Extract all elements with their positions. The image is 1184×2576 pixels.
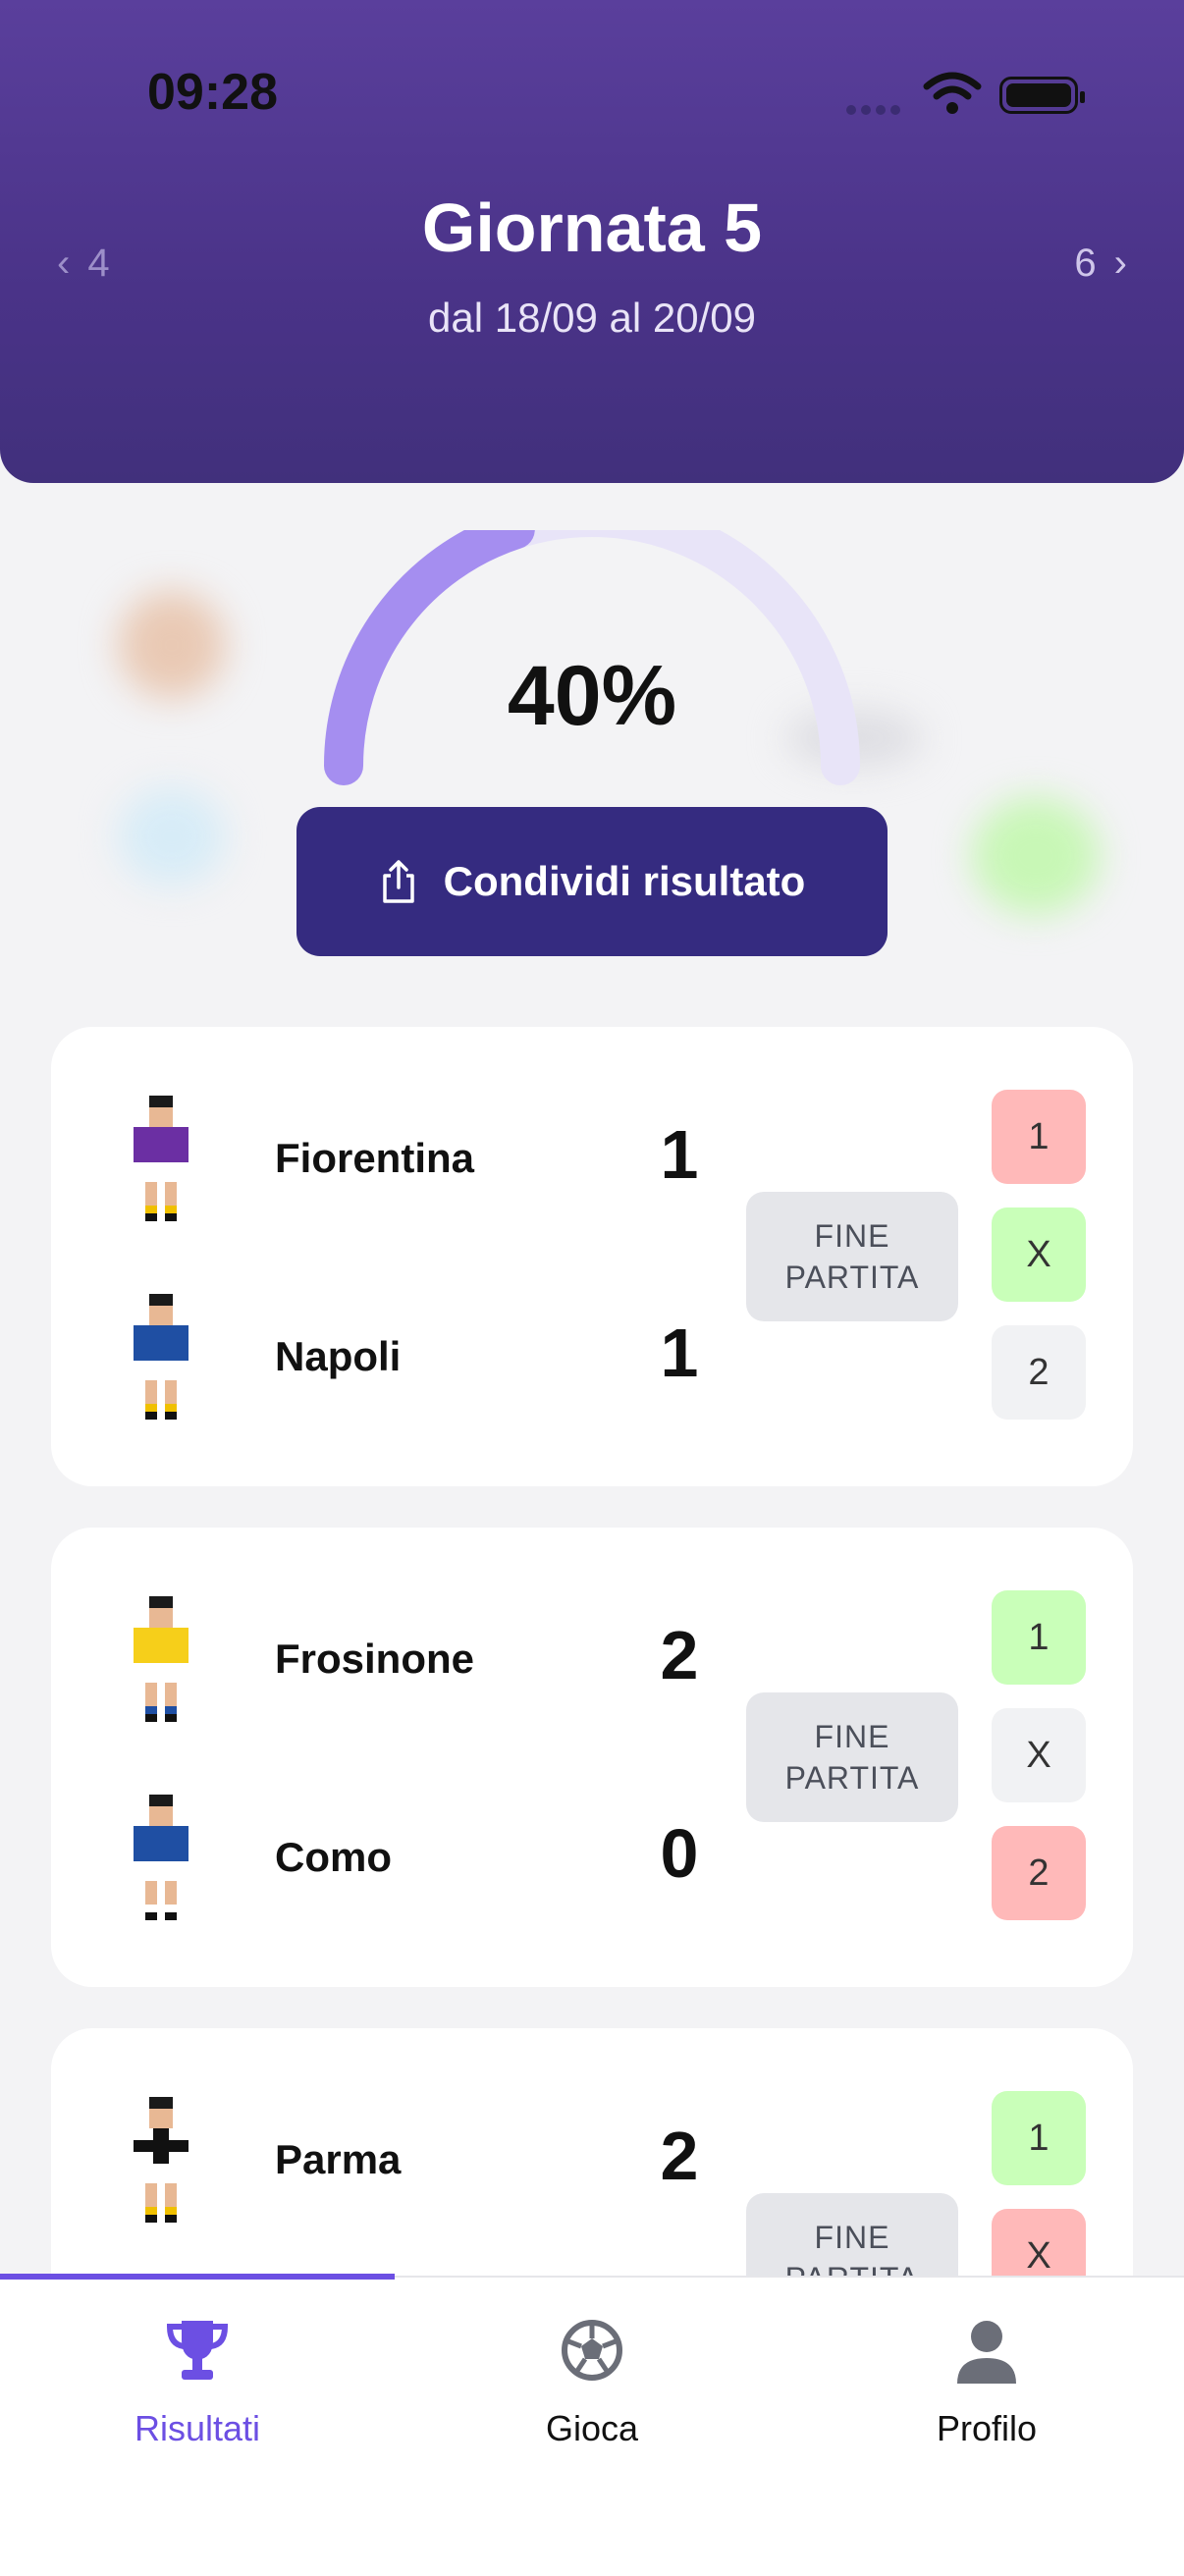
home-team-row: Fiorentina 1 — [51, 1096, 758, 1233]
share-result-button[interactable]: Condividi risultato — [296, 807, 888, 956]
pick-home-win[interactable]: 1 — [992, 1090, 1086, 1184]
match-status-badge: FINE PARTITA — [746, 1192, 958, 1321]
share-result-label: Condividi risultato — [443, 858, 806, 904]
tab-label: Risultati — [134, 2408, 261, 2448]
page-title: Giornata 5 — [421, 189, 763, 266]
next-round-button[interactable]: 6 › — [1074, 242, 1127, 286]
home-team-name: Fiorentina — [275, 1135, 475, 1181]
user-icon — [957, 2321, 1016, 2384]
pick-draw[interactable]: X — [992, 1208, 1086, 1302]
away-team-row: Como 0 — [51, 1795, 758, 1932]
jersey-icon — [134, 1795, 188, 1920]
header: 09:28 ‹ 4 Giornata 5 dal 18/09 al 20/09 … — [0, 0, 1184, 483]
away-team-score: 0 — [660, 1815, 699, 1892]
match-status-line: FINE — [814, 2220, 890, 2255]
home-team-name: Parma — [275, 2136, 402, 2182]
share-icon — [382, 860, 414, 903]
match-status-line: FINE — [814, 1218, 890, 1254]
cellular-signal-icon — [846, 102, 907, 115]
match-status-line: FINE — [814, 1719, 890, 1754]
match-card[interactable]: Frosinone 2 Como 0 FINE PARTITA 1 X 2 — [51, 1528, 1133, 1987]
jersey-icon — [134, 2097, 188, 2223]
match-status-line: PARTITA — [784, 1260, 920, 1295]
jersey-icon — [134, 1096, 188, 1221]
match-card[interactable]: Fiorentina 1 Napoli 1 FINE PARTITA 1 X 2 — [51, 1027, 1133, 1486]
home-team-name: Frosinone — [275, 1636, 475, 1682]
pick-draw[interactable]: X — [992, 1708, 1086, 1802]
home-team-score: 2 — [660, 2118, 699, 2194]
away-team-name: Napoli — [275, 1333, 402, 1379]
blurred-background — [972, 797, 1100, 915]
chevron-right-icon: › — [1113, 242, 1127, 285]
tab-risultati[interactable]: Risultati — [0, 2315, 395, 2449]
home-team-row: Frosinone 2 — [51, 1596, 758, 1734]
jersey-icon — [134, 1294, 188, 1420]
home-team-score: 1 — [660, 1116, 699, 1193]
pick-away-win[interactable]: 2 — [992, 1826, 1086, 1920]
score-percentage: 40% — [507, 649, 677, 743]
pick-away-win[interactable]: 2 — [992, 1325, 1086, 1420]
home-team-score: 2 — [660, 1617, 699, 1693]
blurred-background — [118, 787, 226, 886]
tab-label: Profilo — [936, 2408, 1038, 2448]
status-time: 09:28 — [147, 64, 278, 121]
pick-home-win[interactable]: 1 — [992, 1590, 1086, 1685]
wifi-icon — [923, 72, 982, 114]
jersey-icon — [134, 1596, 188, 1722]
trophy-icon — [166, 2321, 229, 2380]
match-status-badge: FINE PARTITA — [746, 1692, 958, 1822]
away-team-name: Como — [275, 1834, 392, 1880]
pick-home-win[interactable]: 1 — [992, 2091, 1086, 2185]
away-team-score: 1 — [660, 1315, 699, 1391]
tab-label: Gioca — [545, 2408, 639, 2448]
away-team-row: Napoli 1 — [51, 1294, 758, 1431]
match-status-line: PARTITA — [784, 1760, 920, 1796]
tab-profilo[interactable]: Profilo — [789, 2315, 1184, 2449]
battery-icon — [999, 77, 1085, 114]
round-dates: dal 18/09 al 20/09 — [428, 295, 756, 341]
active-tab-indicator — [0, 2274, 395, 2280]
next-round-number: 6 — [1074, 242, 1097, 285]
home-team-row: Parma 2 — [51, 2097, 758, 2234]
soccer-ball-icon — [562, 2320, 622, 2381]
tab-gioca[interactable]: Gioca — [395, 2315, 789, 2449]
